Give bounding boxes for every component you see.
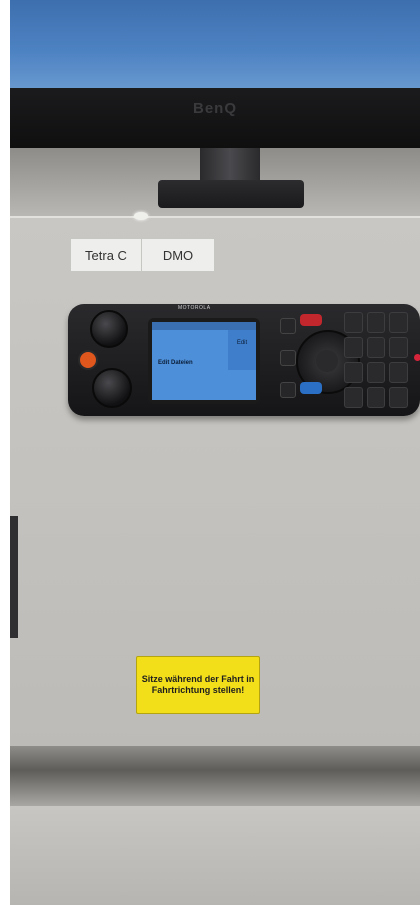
softkey-middle[interactable] xyxy=(280,350,296,366)
radio-screen: Edit Edit Dateien xyxy=(152,322,256,400)
key[interactable] xyxy=(389,312,408,333)
key[interactable] xyxy=(389,387,408,408)
end-call-button[interactable] xyxy=(300,314,322,326)
monitor-brand: BenQ xyxy=(192,100,237,117)
key[interactable] xyxy=(389,362,408,383)
label-tetra-c: Tetra C xyxy=(70,238,142,272)
warning-sticker: Sitze während der Fahrt in Fahrtrichtung… xyxy=(136,656,260,714)
keypad xyxy=(344,312,408,408)
radio-brand: MOTOROLA xyxy=(178,305,211,311)
cabinet-rail xyxy=(10,746,420,806)
key[interactable] xyxy=(389,337,408,358)
screen-status-bar xyxy=(152,322,256,330)
key[interactable] xyxy=(344,312,363,333)
call-button[interactable] xyxy=(300,382,322,394)
monitor-bezel xyxy=(10,88,420,148)
key[interactable] xyxy=(344,362,363,383)
key[interactable] xyxy=(366,337,386,358)
status-led xyxy=(414,354,420,361)
panel-screw xyxy=(134,212,148,220)
channel-knob[interactable] xyxy=(92,368,132,408)
softkey-top[interactable] xyxy=(280,318,296,334)
screen-text: Edit Dateien xyxy=(158,360,193,366)
key[interactable] xyxy=(344,387,363,408)
volume-knob[interactable] xyxy=(90,310,128,348)
monitor-base xyxy=(158,180,304,208)
photo: BenQ Tetra C DMO MOTOROLA Edit Edit Date… xyxy=(10,0,420,905)
door-handle[interactable] xyxy=(10,516,18,638)
screen-softkey-label: Edit xyxy=(228,330,256,370)
radio-display: Edit Edit Dateien xyxy=(148,318,260,404)
key[interactable] xyxy=(366,387,386,408)
key[interactable] xyxy=(344,337,363,358)
emergency-button[interactable] xyxy=(78,350,98,370)
key[interactable] xyxy=(366,312,386,333)
cabinet-lower xyxy=(10,806,420,905)
radio-unit[interactable]: MOTOROLA Edit Edit Dateien xyxy=(68,304,420,416)
softkey-bottom[interactable] xyxy=(280,382,296,398)
navigation-center[interactable] xyxy=(316,350,338,372)
monitor-screen xyxy=(10,0,420,92)
key[interactable] xyxy=(366,362,386,383)
label-dmo: DMO xyxy=(141,238,215,272)
